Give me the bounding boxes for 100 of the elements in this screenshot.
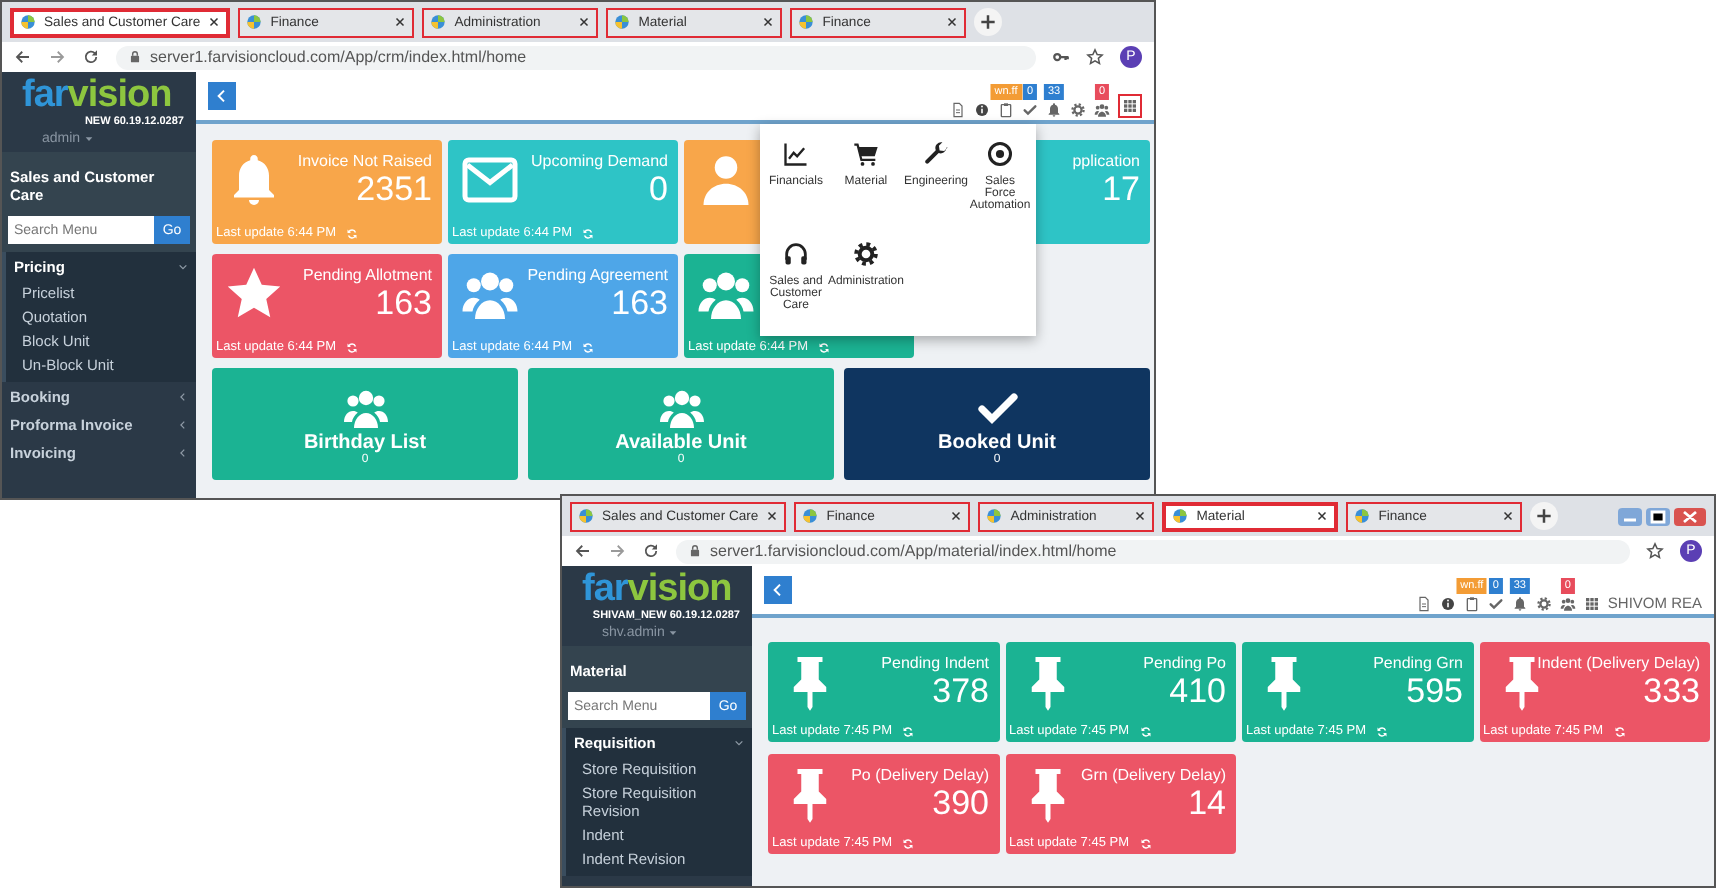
settings-icon <box>851 240 880 268</box>
address-field[interactable]: server1.farvisioncloud.com/App/crm/index.html/home <box>116 45 1036 69</box>
favicon-icon <box>986 508 1003 524</box>
tile-value: 333 <box>1643 672 1700 712</box>
line-chart-icon <box>781 140 810 168</box>
reload-icon[interactable] <box>82 48 100 66</box>
people-icon[interactable] <box>1559 595 1576 611</box>
refresh-icon[interactable] <box>1139 725 1151 737</box>
tile-title: pplication <box>1072 152 1140 170</box>
sidebar-toggle-button[interactable] <box>208 82 236 110</box>
tile-title: Po (Delivery Delay) <box>851 766 989 784</box>
refresh-icon[interactable] <box>1376 725 1388 737</box>
info-icon[interactable] <box>1439 595 1456 611</box>
new-tab-icon[interactable] <box>974 8 1003 36</box>
chevron-left-icon[interactable] <box>178 419 188 429</box>
wrench-icon <box>922 140 950 168</box>
forward-icon[interactable] <box>608 542 626 560</box>
tile-value: 2351 <box>356 170 432 210</box>
tile-title: Available Unit <box>615 431 747 453</box>
tile-title: Booked Unit <box>938 431 1056 453</box>
tile-title: Grn (Delivery Delay) <box>1081 766 1226 784</box>
close-icon[interactable] <box>1134 510 1147 522</box>
favicon-icon <box>1172 508 1189 524</box>
close-icon[interactable] <box>394 16 407 28</box>
bell-icon[interactable] <box>1046 101 1062 117</box>
favicon-icon <box>430 14 447 30</box>
close-icon[interactable] <box>762 16 775 28</box>
target-icon <box>986 140 1014 168</box>
tile-value: 0 <box>649 170 668 210</box>
close-icon[interactable] <box>950 510 963 522</box>
lock-icon <box>688 544 702 558</box>
refresh-icon[interactable] <box>902 725 914 737</box>
new-tab-icon[interactable] <box>1530 502 1559 530</box>
grid-icon[interactable] <box>1118 93 1142 117</box>
key-icon[interactable] <box>1052 48 1070 66</box>
favicon-icon <box>614 14 631 30</box>
caret-icon[interactable] <box>668 628 679 638</box>
settings-icon[interactable] <box>1070 101 1086 117</box>
back-icon[interactable] <box>574 542 592 560</box>
chevron-left-icon[interactable] <box>178 391 188 401</box>
caret-icon[interactable] <box>84 134 95 144</box>
logo-text: farvision <box>580 566 734 610</box>
refresh-icon[interactable] <box>1613 725 1625 737</box>
close-icon[interactable] <box>1502 510 1515 522</box>
lock-icon <box>128 50 142 64</box>
back-icon[interactable] <box>14 48 32 66</box>
tile-title: Birthday List <box>303 431 427 453</box>
tile-title: Indent (Delivery Delay) <box>1537 654 1700 672</box>
chevron-left-icon[interactable] <box>178 447 188 457</box>
close-icon[interactable] <box>578 16 591 28</box>
tile-title: Pending Po <box>1143 654 1226 672</box>
refresh-icon[interactable] <box>1139 837 1151 849</box>
bell-icon[interactable] <box>1511 595 1528 611</box>
reload-icon[interactable] <box>642 542 660 560</box>
close-icon[interactable] <box>1316 510 1329 522</box>
checkmark-icon[interactable] <box>1022 101 1038 117</box>
cart-icon <box>851 140 880 168</box>
close-icon[interactable] <box>766 510 779 522</box>
tile-value: 14 <box>1188 784 1226 824</box>
forward-icon[interactable] <box>48 48 66 66</box>
tile-title: Pending Agreement <box>527 266 668 284</box>
tile-value: 390 <box>932 784 989 824</box>
tile-value: 595 <box>1406 672 1463 712</box>
clipboard-icon[interactable] <box>1463 595 1480 611</box>
tile-title: Upcoming Demand <box>531 152 668 170</box>
settings-icon[interactable] <box>1535 595 1552 611</box>
checkmark-icon[interactable] <box>1487 595 1504 611</box>
logo-text: farvision <box>20 72 174 116</box>
tile-value: 410 <box>1169 672 1226 712</box>
tile-value: 378 <box>932 672 989 712</box>
document-icon[interactable] <box>1415 595 1432 611</box>
window-controls-icon[interactable] <box>1618 503 1706 529</box>
refresh-icon[interactable] <box>818 341 830 353</box>
document-icon[interactable] <box>950 101 966 117</box>
chevron-down-icon[interactable] <box>178 261 188 271</box>
info-icon[interactable] <box>974 101 990 117</box>
bookmark-star-icon[interactable] <box>1086 48 1104 66</box>
chevron-down-icon[interactable] <box>734 737 744 747</box>
tile-value: 163 <box>611 284 668 324</box>
close-icon[interactable] <box>946 16 959 28</box>
chevron-left-icon <box>214 88 230 104</box>
favicon-icon <box>1354 508 1371 524</box>
favicon-icon <box>798 14 815 30</box>
grid-icon[interactable] <box>1583 595 1600 611</box>
people-icon[interactable] <box>1094 101 1110 117</box>
bookmark-star-icon[interactable] <box>1646 542 1664 560</box>
tile-title: Pending Grn <box>1373 654 1463 672</box>
headphones-icon <box>781 240 810 268</box>
tile-value: 163 <box>375 284 432 324</box>
refresh-icon[interactable] <box>582 341 594 353</box>
tile-title: Pending Allotment <box>303 266 432 284</box>
tile-title: Pending Indent <box>881 654 989 672</box>
close-icon[interactable] <box>208 16 221 28</box>
sidebar-toggle-button[interactable] <box>764 576 792 604</box>
address-field[interactable]: server1.farvisioncloud.com/App/material/index.html/home <box>676 539 1630 563</box>
tile-title: Invoice Not Raised <box>297 152 432 170</box>
favicon-icon <box>578 508 594 524</box>
refresh-icon[interactable] <box>346 341 358 353</box>
clipboard-icon[interactable] <box>998 101 1014 117</box>
refresh-icon[interactable] <box>902 837 914 849</box>
